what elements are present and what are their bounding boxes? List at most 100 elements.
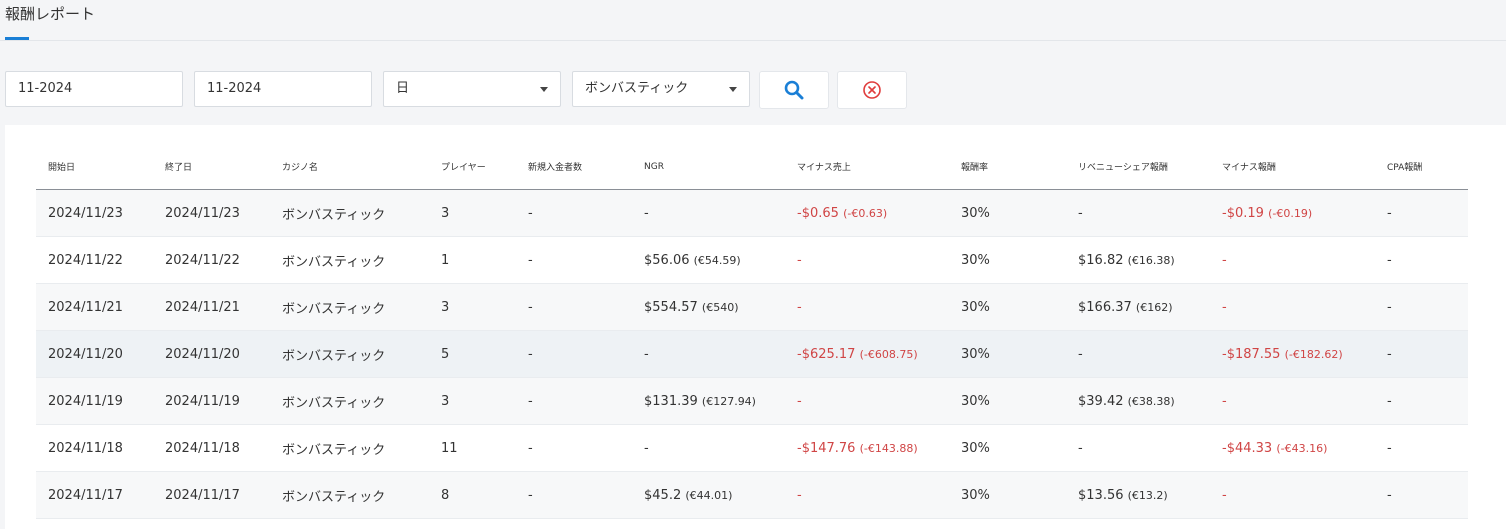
cpa-cell: - — [1375, 236, 1468, 284]
negative-revenue-eur-value: (-€608.75) — [859, 347, 918, 361]
negative-commission-value: -$44.33 — [1222, 440, 1273, 456]
ngr-cell: - — [632, 189, 785, 237]
new-depositors-cell: - — [516, 424, 632, 472]
ngr-eur-value: (€44.01) — [685, 488, 733, 502]
table-row: 2024/11/22 2024/11/22 ボンバスティック 1 - $56.0… — [36, 236, 1468, 284]
players-cell: 3 — [429, 377, 516, 425]
cpa-cell: - — [1375, 377, 1468, 425]
ngr-cell: $554.57 (€540) — [632, 283, 785, 331]
chevron-down-icon — [729, 87, 737, 92]
ngr-eur-value: (€127.94) — [701, 394, 756, 408]
table-row: 2024/11/21 2024/11/21 ボンバスティック 3 - $554.… — [36, 283, 1468, 331]
negative-revenue-eur-value: (-€0.63) — [843, 206, 888, 220]
ngr-value: - — [644, 346, 649, 362]
table-header-row: 開始日 終了日 カジノ名 プレイヤー 新規入金者数 NGR マイナス売上 報酬率… — [36, 144, 1468, 190]
revshare-eur-value: (€16.38) — [1127, 253, 1175, 267]
players-cell: 1 — [429, 236, 516, 284]
search-button[interactable] — [759, 71, 829, 109]
col-header-casino[interactable]: カジノ名 — [270, 144, 429, 190]
col-header-revshare[interactable]: リベニューシェア報酬 — [1066, 144, 1210, 190]
revshare-value: - — [1078, 205, 1083, 221]
page-title: 報酬レポート — [5, 5, 96, 23]
commission-rate-cell: 30% — [949, 236, 1066, 284]
start-date-cell: 2024/11/23 — [36, 189, 153, 237]
commission-rate-cell: 30% — [949, 283, 1066, 331]
new-depositors-cell: - — [516, 471, 632, 519]
new-depositors-cell: - — [516, 283, 632, 331]
negative-revenue-cell: - — [785, 377, 949, 425]
col-header-end-date[interactable]: 終了日 — [153, 144, 270, 190]
col-header-ngr[interactable]: NGR — [632, 144, 785, 190]
start-date-cell: 2024/11/18 — [36, 424, 153, 472]
casino-cell: ボンバスティック — [270, 424, 429, 472]
table-row: 2024/11/19 2024/11/19 ボンバスティック 3 - $131.… — [36, 377, 1468, 425]
players-cell: 5 — [429, 330, 516, 378]
end-date-cell: 2024/11/19 — [153, 377, 270, 425]
end-date-cell: 2024/11/20 — [153, 330, 270, 378]
negative-commission-cell: - — [1210, 471, 1375, 519]
negative-revenue-eur-value: (-€143.88) — [859, 441, 918, 455]
clear-circle-x-icon — [863, 81, 881, 99]
ngr-value: - — [644, 205, 649, 221]
casino-cell: ボンバスティック — [270, 330, 429, 378]
new-depositors-cell: - — [516, 377, 632, 425]
revshare-value: - — [1078, 440, 1083, 456]
revshare-value: $16.82 — [1078, 252, 1124, 268]
players-cell: 3 — [429, 283, 516, 331]
negative-revenue-value: - — [797, 252, 802, 268]
negative-revenue-value: - — [797, 393, 802, 409]
casino-cell: ボンバスティック — [270, 189, 429, 237]
end-month-input[interactable]: 11-2024 — [194, 71, 372, 107]
chevron-down-icon — [540, 87, 548, 92]
col-header-new-depositors[interactable]: 新規入金者数 — [516, 144, 632, 190]
players-cell: 8 — [429, 471, 516, 519]
new-depositors-cell: - — [516, 236, 632, 284]
cpa-cell: - — [1375, 283, 1468, 331]
negative-commission-eur-value: (-€0.19) — [1268, 206, 1313, 220]
negative-commission-cell: - — [1210, 283, 1375, 331]
ngr-value: $56.06 — [644, 252, 690, 268]
ngr-cell: $56.06 (€54.59) — [632, 236, 785, 284]
start-date-cell: 2024/11/21 — [36, 283, 153, 331]
end-date-cell: 2024/11/23 — [153, 189, 270, 237]
cpa-cell: - — [1375, 189, 1468, 237]
revshare-eur-value: (€38.38) — [1127, 394, 1175, 408]
cpa-cell: - — [1375, 471, 1468, 519]
negative-commission-cell: -$187.55 (-€182.62) — [1210, 330, 1375, 378]
new-depositors-cell: - — [516, 330, 632, 378]
col-header-negative-revenue[interactable]: マイナス売上 — [785, 144, 949, 190]
ngr-value: $554.57 — [644, 299, 698, 315]
active-tab-indicator — [5, 37, 29, 40]
ngr-cell: - — [632, 330, 785, 378]
ngr-cell: - — [632, 424, 785, 472]
casino-select[interactable]: ボンバスティック — [572, 71, 750, 107]
start-month-input[interactable]: 11-2024 — [5, 71, 183, 107]
ngr-value: $131.39 — [644, 393, 698, 409]
negative-commission-value: - — [1222, 487, 1227, 503]
revshare-value: $13.56 — [1078, 487, 1124, 503]
casino-cell: ボンバスティック — [270, 236, 429, 284]
table-row: 2024/11/18 2024/11/18 ボンバスティック 11 - - -$… — [36, 424, 1468, 472]
revshare-cell: - — [1066, 330, 1210, 378]
negative-revenue-value: - — [797, 487, 802, 503]
negative-commission-cell: - — [1210, 377, 1375, 425]
negative-revenue-cell: -$0.65 (-€0.63) — [785, 189, 949, 237]
report-card: 開始日 終了日 カジノ名 プレイヤー 新規入金者数 NGR マイナス売上 報酬率… — [5, 125, 1506, 529]
col-header-start-date[interactable]: 開始日 — [36, 144, 153, 190]
col-header-cpa[interactable]: CPA報酬 — [1375, 144, 1468, 190]
end-date-cell: 2024/11/18 — [153, 424, 270, 472]
col-header-negative-commission[interactable]: マイナス報酬 — [1210, 144, 1375, 190]
commission-rate-cell: 30% — [949, 330, 1066, 378]
negative-commission-value: - — [1222, 252, 1227, 268]
new-depositors-cell: - — [516, 189, 632, 237]
clear-button[interactable] — [837, 71, 907, 109]
col-header-commission-rate[interactable]: 報酬率 — [949, 144, 1066, 190]
col-header-players[interactable]: プレイヤー — [429, 144, 516, 190]
ngr-cell: $45.2 (€44.01) — [632, 471, 785, 519]
players-cell: 11 — [429, 424, 516, 472]
negative-revenue-cell: -$147.76 (-€143.88) — [785, 424, 949, 472]
ngr-eur-value: (€540) — [701, 300, 739, 314]
casino-select-value: ボンバスティック — [585, 81, 689, 96]
commission-rate-cell: 30% — [949, 471, 1066, 519]
period-select[interactable]: 日 — [383, 71, 561, 107]
